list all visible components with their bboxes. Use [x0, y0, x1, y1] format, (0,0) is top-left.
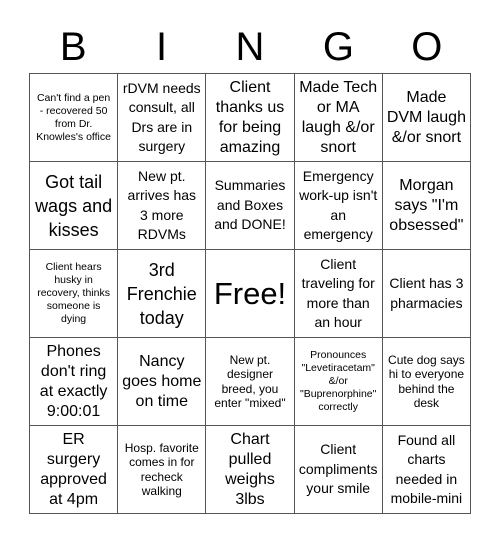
bingo-cell[interactable]: Can't find a pen - recovered 50 from Dr.…	[30, 74, 119, 162]
cell-text: Chart pulled weighs 3lbs	[225, 430, 275, 508]
header-letter-b: B	[59, 25, 87, 69]
free-space[interactable]: Free!	[206, 250, 295, 338]
cell-text: 3rd Frenchie today	[126, 259, 197, 328]
header-letter-n: N	[235, 25, 265, 69]
free-space-text: Free!	[213, 275, 287, 311]
bingo-cell[interactable]: rDVM needs consult, all Drs are in surge…	[118, 74, 207, 162]
header-letter-g: G	[322, 25, 354, 69]
cell-text: Found all charts needed in mobile-mini	[390, 431, 463, 507]
cell-text: Can't find a pen - recovered 50 from Dr.…	[36, 91, 111, 143]
cell-text: Hosp. favorite comes in for recheck walk…	[124, 440, 199, 499]
cell-text: Emergency work-up isn't an emergency	[299, 167, 378, 243]
cell-text: ER surgery approved at 4pm	[40, 430, 107, 508]
bingo-cell[interactable]: Got tail wags and kisses	[30, 162, 119, 250]
cell-text: Phones don't ring at exactly 9:00:01	[39, 342, 108, 420]
cell-text: Morgan says "I'm obsessed"	[389, 176, 464, 234]
bingo-card: Can't find a pen - recovered 50 from Dr.…	[29, 73, 471, 514]
cell-text: Summaries and Boxes and DONE!	[214, 177, 286, 233]
bingo-cell[interactable]: Summaries and Boxes and DONE!	[206, 162, 295, 250]
cell-text: Made Tech or MA laugh &/or snort	[299, 78, 378, 156]
bingo-cell[interactable]: Phones don't ring at exactly 9:00:01	[30, 338, 119, 426]
bingo-header: B I N G O	[29, 22, 471, 72]
bingo-cell[interactable]: Made Tech or MA laugh &/or snort	[294, 74, 383, 162]
bingo-cell[interactable]: Made DVM laugh &/or snort	[382, 74, 471, 162]
cell-text: Nancy goes home on time	[122, 352, 202, 410]
cell-text: Client hears husky in recovery, thinks s…	[37, 261, 110, 325]
header-letter-i: I	[156, 25, 168, 69]
cell-text: Cute dog says hi to everyone behind the …	[388, 352, 465, 411]
bingo-cell[interactable]: Pronounces "Levetiracetam" &/or "Bupreno…	[294, 338, 383, 426]
bingo-cell[interactable]: Chart pulled weighs 3lbs	[206, 426, 295, 514]
cell-text: Client has 3 pharmacies	[389, 275, 464, 311]
cell-text: Made DVM laugh &/or snort	[386, 88, 466, 146]
bingo-cell[interactable]: New pt. arrives has 3 more RDVMs	[118, 162, 207, 250]
bingo-cell[interactable]: Found all charts needed in mobile-mini	[382, 426, 471, 514]
bingo-cell[interactable]: Hosp. favorite comes in for recheck walk…	[118, 426, 207, 514]
cell-text: Got tail wags and kisses	[35, 171, 113, 240]
cell-text: rDVM needs consult, all Drs are in surge…	[122, 79, 201, 155]
bingo-cell[interactable]: Nancy goes home on time	[118, 338, 207, 426]
bingo-cell[interactable]: New pt. designer breed, you enter "mixed…	[206, 338, 295, 426]
bingo-cell[interactable]: Client traveling for more than an hour	[294, 250, 383, 338]
cell-text: Client compliments your smile	[298, 441, 378, 497]
bingo-cell[interactable]: ER surgery approved at 4pm	[30, 426, 119, 514]
cell-text: Pronounces "Levetiracetam" &/or "Bupreno…	[300, 349, 377, 413]
bingo-cell[interactable]: Client has 3 pharmacies	[382, 250, 471, 338]
bingo-cell[interactable]: 3rd Frenchie today	[118, 250, 207, 338]
bingo-cell[interactable]: Cute dog says hi to everyone behind the …	[382, 338, 471, 426]
cell-text: New pt. designer breed, you enter "mixed…	[214, 352, 286, 411]
cell-text: Client traveling for more than an hour	[301, 255, 375, 331]
bingo-cell[interactable]: Client hears husky in recovery, thinks s…	[30, 250, 119, 338]
header-letter-o: O	[411, 25, 443, 69]
cell-text: New pt. arrives has 3 more RDVMs	[127, 167, 197, 243]
bingo-cell[interactable]: Client compliments your smile	[294, 426, 383, 514]
bingo-cell[interactable]: Morgan says "I'm obsessed"	[382, 162, 471, 250]
cell-text: Client thanks us for being amazing	[215, 78, 285, 156]
bingo-cell[interactable]: Client thanks us for being amazing	[206, 74, 295, 162]
bingo-cell[interactable]: Emergency work-up isn't an emergency	[294, 162, 383, 250]
